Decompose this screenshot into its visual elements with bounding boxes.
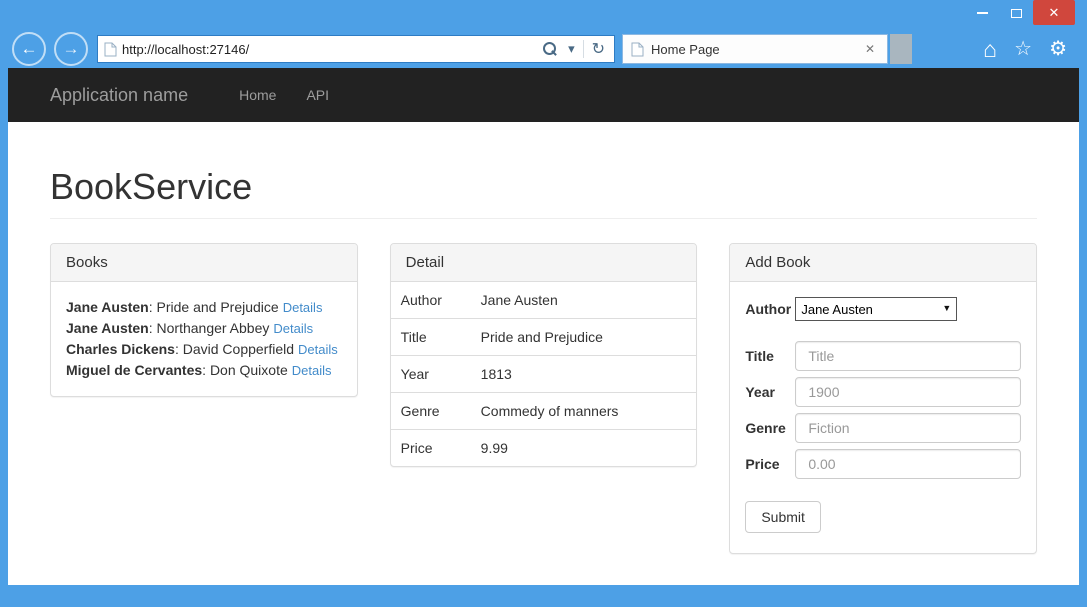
- detail-panel-heading: Detail: [391, 244, 697, 282]
- favorites-star-icon[interactable]: ☆: [1014, 39, 1032, 59]
- book-author: Jane Austen: [66, 320, 149, 336]
- detail-label: Year: [401, 366, 481, 382]
- genre-field-row: Genre: [745, 413, 1021, 443]
- refresh-icon[interactable]: ↻: [587, 39, 610, 59]
- separator: :: [149, 299, 157, 315]
- detail-row: Price 9.99: [391, 429, 697, 466]
- book-title: Northanger Abbey: [157, 320, 270, 336]
- close-button[interactable]: ✕: [1033, 0, 1075, 25]
- add-book-form: Author Jane Austen ▼ Title Year: [730, 282, 1036, 553]
- book-item: Charles Dickens: David Copperfield Detail…: [66, 341, 338, 357]
- home-icon[interactable]: ⌂: [983, 38, 997, 61]
- nav-item-home[interactable]: Home: [224, 87, 291, 103]
- year-input[interactable]: [795, 377, 1021, 407]
- detail-row: Year 1813: [391, 355, 697, 392]
- separator: :: [149, 320, 157, 336]
- back-button[interactable]: ←: [12, 32, 46, 66]
- submit-button[interactable]: Submit: [745, 501, 821, 533]
- minimize-button[interactable]: [965, 0, 999, 26]
- title-input[interactable]: [795, 341, 1021, 371]
- page-title: BookService: [50, 166, 1037, 208]
- book-details-link[interactable]: Details: [273, 321, 313, 336]
- address-input[interactable]: [122, 42, 537, 57]
- back-icon: ←: [21, 39, 38, 59]
- price-input[interactable]: [795, 449, 1021, 479]
- book-title: Don Quixote: [210, 362, 288, 378]
- genre-input[interactable]: [795, 413, 1021, 443]
- panels-row: Books Jane Austen: Pride and PrejudiceDe…: [50, 243, 1037, 554]
- maximize-icon: [1011, 9, 1022, 18]
- separator: :: [202, 362, 210, 378]
- detail-label: Genre: [401, 403, 481, 419]
- title-label: Title: [745, 348, 795, 364]
- price-field-row: Price: [745, 449, 1021, 479]
- new-tab-button[interactable]: [890, 34, 912, 64]
- book-item: Jane Austen: Pride and Prejudice Details: [66, 299, 322, 315]
- year-label: Year: [745, 384, 795, 400]
- address-bar[interactable]: ▾ ↻: [97, 35, 615, 63]
- author-field-row: Author Jane Austen ▼: [745, 297, 1021, 321]
- book-author: Jane Austen: [66, 299, 149, 315]
- genre-label: Genre: [745, 420, 795, 436]
- address-divider: [583, 40, 584, 58]
- add-book-panel: Add Book Author Jane Austen ▼ Title: [729, 243, 1037, 554]
- detail-value: Commedy of manners: [481, 403, 619, 419]
- add-book-panel-heading: Add Book: [730, 244, 1036, 282]
- settings-gear-icon[interactable]: ⚙: [1049, 39, 1067, 59]
- browser-tab[interactable]: Home Page ✕: [622, 34, 888, 64]
- author-label: Author: [745, 301, 795, 317]
- detail-value: Jane Austen: [481, 292, 558, 308]
- forward-icon: →: [63, 39, 80, 59]
- window-titlebar[interactable]: ✕: [0, 0, 1087, 30]
- book-details-link[interactable]: Details: [283, 300, 323, 315]
- detail-row: Genre Commedy of manners: [391, 392, 697, 429]
- page-icon: [631, 42, 644, 57]
- close-icon: ✕: [1049, 5, 1060, 21]
- books-panel: Books Jane Austen: Pride and Prejudice De…: [50, 243, 358, 397]
- book-author: Charles Dickens: [66, 341, 175, 357]
- window-controls: ✕: [965, 0, 1075, 26]
- detail-label: Price: [401, 440, 481, 456]
- book-item: Jane Austen: Northanger AbbeyDetails: [66, 320, 313, 336]
- detail-row: Title Pride and Prejudice: [391, 318, 697, 355]
- detail-label: Title: [401, 329, 481, 345]
- navbar-brand[interactable]: Application name: [50, 85, 188, 106]
- detail-value: Pride and Prejudice: [481, 329, 603, 345]
- minimize-icon: [977, 12, 988, 14]
- detail-table: Author Jane Austen Title Pride and Preju…: [391, 282, 697, 466]
- toolbar-right-icons: ⌂ ☆ ⚙: [983, 38, 1067, 61]
- search-dropdown-caret-icon[interactable]: ▾: [563, 41, 580, 57]
- book-author: Miguel de Cervantes: [66, 362, 202, 378]
- content-container: BookService Books Jane Austen: Pride and…: [8, 166, 1079, 554]
- tab-close-icon[interactable]: ✕: [861, 40, 879, 58]
- separator: :: [175, 341, 183, 357]
- author-select[interactable]: Jane Austen: [795, 297, 957, 321]
- year-field-row: Year: [745, 377, 1021, 407]
- browser-toolbar: ← → ▾ ↻ Home Page ✕ ⌂ ☆ ⚙: [0, 30, 1087, 68]
- detail-value: 1813: [481, 366, 512, 382]
- nav-item-api[interactable]: API: [291, 87, 344, 103]
- divider: [50, 218, 1037, 219]
- books-list: Jane Austen: Pride and PrejudiceDetails …: [51, 282, 357, 396]
- detail-panel: Detail Author Jane Austen Title Pride an…: [390, 243, 698, 467]
- book-details-link[interactable]: Details: [298, 342, 338, 357]
- detail-value: 9.99: [481, 440, 508, 456]
- author-select-wrap: Jane Austen ▼: [795, 297, 957, 321]
- detail-label: Author: [401, 292, 481, 308]
- book-details-link[interactable]: Details: [292, 363, 332, 378]
- detail-row: Author Jane Austen: [391, 282, 697, 318]
- book-title: David Copperfield: [183, 341, 294, 357]
- book-title: Pride and Prejudice: [157, 299, 279, 315]
- price-label: Price: [745, 456, 795, 472]
- page-icon: [104, 42, 117, 57]
- maximize-button[interactable]: [999, 0, 1033, 26]
- book-item: Miguel de Cervantes: Don Quixote Details: [66, 362, 332, 378]
- forward-button[interactable]: →: [54, 32, 88, 66]
- search-icon[interactable]: [543, 42, 557, 56]
- page: Application name Home API BookService Bo…: [8, 68, 1079, 585]
- books-panel-heading: Books: [51, 244, 357, 282]
- navbar: Application name Home API: [8, 68, 1079, 122]
- title-field-row: Title: [745, 341, 1021, 371]
- tab-title: Home Page: [651, 42, 861, 57]
